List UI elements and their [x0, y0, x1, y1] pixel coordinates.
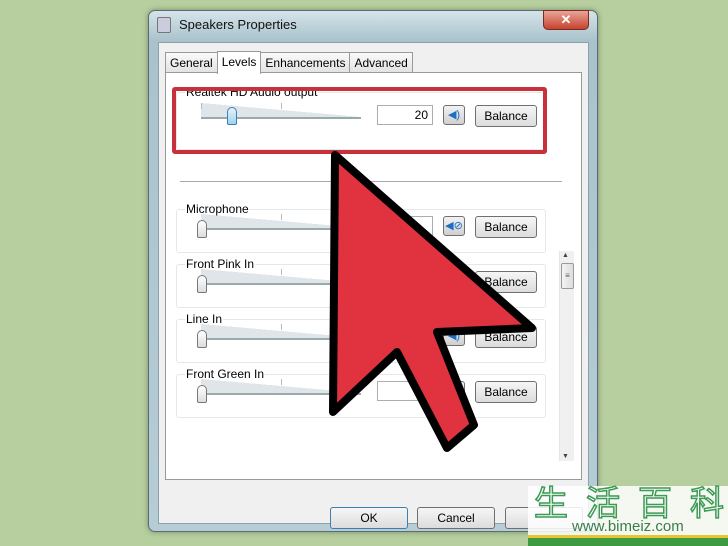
watermark-logo: 生活百科 www.bimeiz.com	[528, 484, 728, 546]
watermark-band	[528, 535, 728, 546]
arrow-icon	[329, 151, 536, 452]
watermark-chinese: 生活百科	[533, 484, 728, 524]
watermark-url: www.bimeiz.com	[572, 518, 684, 535]
tab-levels[interactable]: Levels	[216, 51, 262, 74]
pointer-arrow-annotation	[329, 151, 536, 452]
